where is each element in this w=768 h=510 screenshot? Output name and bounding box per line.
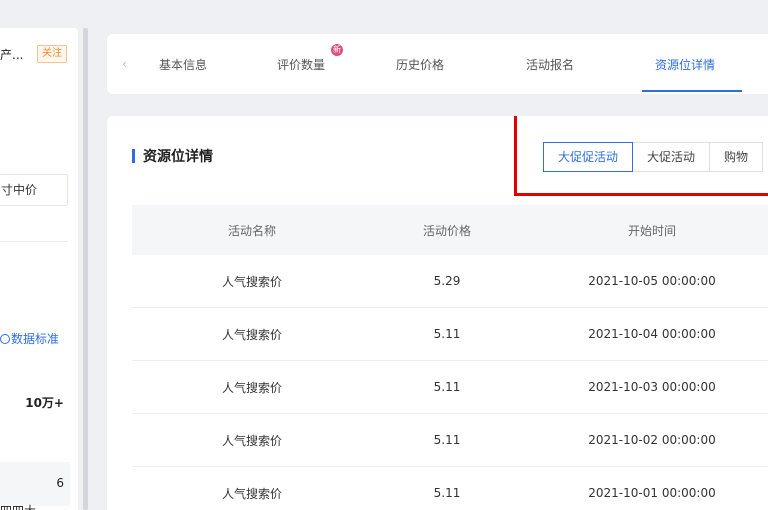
- data-standard-label: 数据标准: [11, 332, 60, 346]
- col-start-time: 开始时间: [627, 223, 676, 238]
- cell-name: 人气搜索价: [221, 327, 282, 342]
- follow-tag[interactable]: 关注: [37, 45, 67, 63]
- tab-basic-info[interactable]: 基本信息: [159, 56, 207, 73]
- resource-table: 活动名称 活动价格 开始时间 人气搜索价 5.29 2021-10-05 00:…: [132, 205, 768, 510]
- col-activity-price: 活动价格: [422, 223, 471, 238]
- cell-name: 人气搜索价: [221, 274, 282, 289]
- cell-price: 5.29: [433, 274, 461, 288]
- new-badge: 新: [331, 44, 343, 56]
- stat-value: 6: [56, 476, 64, 490]
- bottom-text: 四四大: [0, 502, 36, 510]
- cell-price: 5.11: [433, 433, 461, 447]
- price-field[interactable]: 寸中价: [0, 174, 68, 206]
- sales-count: 10万+: [25, 396, 64, 410]
- cell-name: 人气搜索价: [221, 433, 282, 448]
- table-row: 人气搜索价 5.11 2021-10-02 00:00:00: [132, 414, 768, 467]
- tab-price-history[interactable]: 历史价格: [396, 56, 444, 73]
- cell-price: 5.11: [433, 327, 461, 341]
- stat-box: 6: [0, 462, 70, 506]
- table-row: 人气搜索价 5.29 2021-10-05 00:00:00: [132, 255, 768, 308]
- table-header: 活动名称 活动价格 开始时间: [132, 205, 768, 255]
- cell-start: 2021-10-02 00:00:00: [588, 433, 716, 447]
- data-standard-link[interactable]: 数据标准: [0, 330, 59, 347]
- cell-start: 2021-10-03 00:00:00: [588, 380, 716, 394]
- divider: [0, 241, 68, 242]
- cell-price: 5.11: [433, 486, 461, 500]
- scrollbar-thumb[interactable]: [83, 28, 88, 510]
- sidebar-scrollbar[interactable]: [83, 28, 88, 510]
- table-row: 人气搜索价 5.11 2021-10-04 00:00:00: [132, 308, 768, 361]
- cell-name: 人气搜索价: [221, 486, 282, 501]
- cell-price: 5.11: [433, 380, 461, 394]
- cell-start: 2021-10-05 00:00:00: [588, 274, 716, 288]
- active-tab-indicator: [642, 90, 742, 92]
- chevron-left-icon[interactable]: ‹: [122, 57, 127, 71]
- card-title: 资源位详情: [132, 146, 213, 166]
- cell-start: 2021-10-01 00:00:00: [588, 486, 716, 500]
- col-activity-name: 活动名称: [227, 223, 276, 238]
- cell-name: 人气搜索价: [221, 380, 282, 395]
- cell-start: 2021-10-04 00:00:00: [588, 327, 716, 341]
- product-title: 产...: [0, 48, 24, 62]
- info-circle-icon: [0, 333, 10, 344]
- card-title-text: 资源位详情: [143, 149, 213, 165]
- title-accent-bar: [132, 149, 135, 163]
- tabs-bar: ‹ 基本信息 评价数量 新 历史价格 活动报名 资源位详情: [107, 34, 768, 94]
- resource-detail-card: 资源位详情 大促促活动 大促活动 购物 活动名称 活动价格 开始时间 人气搜索价…: [107, 116, 768, 510]
- tab-activity-signup[interactable]: 活动报名: [526, 56, 574, 73]
- left-panel: 产... 关注 寸中价 数据标准 10万+ 6 四四大: [0, 28, 78, 510]
- highlight-box: [514, 116, 768, 196]
- tab-review-count[interactable]: 评价数量: [277, 56, 325, 73]
- tab-resource-detail[interactable]: 资源位详情: [655, 56, 715, 73]
- table-row: 人气搜索价 5.11 2021-10-03 00:00:00: [132, 361, 768, 414]
- table-row: 人气搜索价 5.11 2021-10-01 00:00:00: [132, 467, 768, 510]
